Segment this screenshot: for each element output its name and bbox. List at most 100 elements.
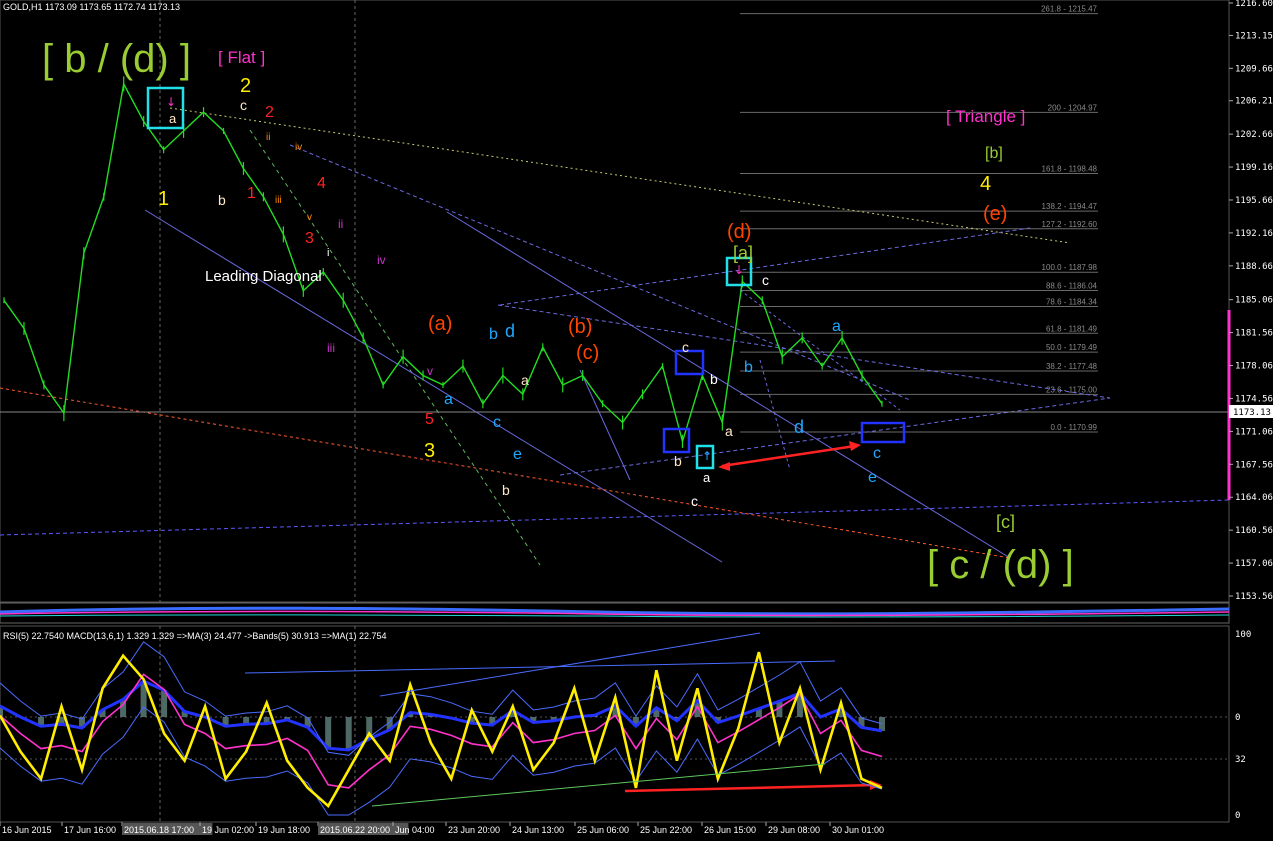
wave-label: 4 — [980, 173, 991, 195]
time-axis-label: 19 Jun 18:00 — [258, 825, 310, 835]
macd-bar — [345, 717, 352, 750]
wave-label: b — [744, 359, 753, 376]
time-axis-label: 25 Jun 06:00 — [577, 825, 629, 835]
wave-label: a — [703, 470, 711, 485]
label-big-bottom: [ c / (d) ] — [927, 543, 1074, 587]
orange-dashed-line — [0, 387, 1011, 559]
price-axis-label: 1213.15 — [1235, 31, 1273, 41]
time-axis-label: 25 Jun 22:00 — [640, 825, 692, 835]
wave-label: b — [710, 371, 718, 387]
fib-level-label: 78.6 - 1184.34 — [1046, 297, 1098, 306]
wave-label: (d) — [727, 221, 751, 243]
price-axis-label: 1202.66 — [1235, 130, 1273, 140]
label-big-top: [ b / (d) ] — [42, 37, 191, 81]
fib-level-label: 88.6 - 1186.04 — [1046, 281, 1098, 290]
price-axis-label: 1160.56 — [1235, 526, 1273, 536]
wave-label: c — [691, 493, 698, 509]
wave-label: v — [307, 212, 312, 223]
time-axis-label: 26 Jun 15:00 — [704, 825, 756, 835]
wave-label: iv — [295, 142, 302, 153]
price-axis-label: 1192.16 — [1235, 229, 1273, 239]
wave-label: d — [505, 321, 515, 341]
price-axis-label: 1167.56 — [1235, 460, 1273, 470]
price-axis-label: 1153.56 — [1235, 592, 1273, 602]
wave-label: a — [444, 391, 453, 408]
time-axis: 16 Jun 2015 17 Jun 16:00 2015.06.18 17:00 1… — [0, 822, 884, 835]
chart-canvas[interactable]: 261.8 - 1215.47 200 - 1204.97 161.8 - 1198… — [0, 0, 1273, 841]
indicator-axis-label: 0 — [1235, 811, 1240, 821]
triangle-lower-line — [559, 397, 1111, 476]
wave-label: 3 — [305, 230, 314, 247]
wave-labels: 2c 2aiiiv1 b 1 iii4v3iii iviii(a)v53ab daceb(b… — [158, 75, 1015, 532]
chart-header: GOLD,H1 1173.09 1173.65 1172.74 1173.13 — [3, 2, 180, 12]
box-blue-b — [674, 349, 705, 376]
time-axis-label: Jun 04:00 — [395, 825, 435, 835]
price-axis-label: 1171.06 — [1235, 427, 1273, 437]
down-arrow-marker: ↓ — [734, 263, 744, 277]
wave-label: ii — [266, 132, 270, 143]
time-axis-label: 2015.06.18 17:00 — [124, 825, 194, 835]
triangle-upper-blue — [499, 227, 1031, 306]
wave-label: ii — [338, 217, 343, 231]
wave-label: (b) — [568, 316, 592, 338]
rsi-series — [0, 651, 883, 809]
fib-level-label: 100.0 - 1187.98 — [1042, 263, 1098, 272]
time-axis-label: 30 Jun 01:00 — [832, 825, 884, 835]
wave-label: 2 — [240, 75, 251, 97]
wave-label: [c] — [996, 512, 1015, 532]
trend-lines — [0, 107, 1231, 566]
wave-label: c — [493, 414, 501, 431]
wave-label: i — [327, 247, 329, 259]
fib-level-label: 261.8 - 1215.47 — [1041, 5, 1098, 14]
wave-label: a — [832, 318, 841, 335]
price-axis-label: 1181.56 — [1235, 329, 1273, 339]
wave-label: iv — [377, 253, 386, 267]
wave-label: 1 — [247, 185, 256, 202]
wave-label: 5 — [425, 411, 434, 428]
down-arrow-marker: ↓ — [166, 95, 176, 109]
price-axis-label: 1209.66 — [1235, 64, 1273, 74]
fib-level-label: 38.2 - 1177.48 — [1046, 362, 1098, 371]
time-axis-label: 24 Jun 13:00 — [512, 825, 564, 835]
price-axis-label: 1195.66 — [1235, 196, 1273, 206]
time-axis-label: 2015.06.22 20:00 — [320, 825, 390, 835]
wave-label: c — [240, 97, 247, 113]
divergence-arrow-price — [721, 444, 856, 468]
price-axis-label: 1185.06 — [1235, 296, 1273, 306]
wave-label: 2 — [265, 104, 274, 121]
price-axis-label: 1178.06 — [1235, 362, 1273, 372]
time-axis-label: 19 Jun 02:00 — [202, 825, 254, 835]
indicator-header: RSI(5) 22.7540 MACD(13,6,1) 1.329 1.329 … — [3, 631, 386, 641]
macd-bar — [879, 717, 885, 731]
macd-bar — [325, 717, 332, 749]
price-axis-label: 1174.56 — [1235, 394, 1273, 404]
arrow-head-left — [718, 462, 730, 471]
wave-label: b — [502, 482, 510, 498]
wave-label: a — [521, 372, 529, 388]
short-line-2 — [739, 289, 901, 411]
wave-label: iii — [275, 195, 282, 206]
wave-label: e — [513, 446, 522, 463]
fib-level-label: 138.2 - 1194.47 — [1042, 202, 1098, 211]
channel-parallel — [446, 211, 1011, 559]
wave-label: [a] — [733, 243, 753, 263]
price-axis-label: 1188.66 — [1235, 262, 1273, 272]
wave-label: (c) — [576, 342, 599, 364]
price-axis-label: 1206.21 — [1235, 97, 1273, 107]
indicator-axis-label: 0 — [1235, 713, 1240, 723]
time-axis-label: 29 Jun 08:00 — [768, 825, 820, 835]
up-arrow-marker: ↑ — [702, 449, 712, 463]
wave-label: iii — [327, 341, 335, 355]
divergence-arrow-rsi — [624, 783, 876, 793]
triangle-upper-line — [169, 107, 1071, 244]
price-axis-label: 1164.06 — [1235, 493, 1273, 503]
arrows: ↓ ↓ ↑ — [166, 95, 882, 793]
wave-label: d — [794, 417, 804, 437]
fibonacci-grid: 261.8 - 1215.47 200 - 1204.97 161.8 - 1198… — [740, 5, 1098, 433]
wave-label: v — [427, 364, 433, 378]
indicator-axis-label: 32 — [1235, 755, 1246, 765]
indicator-axis-label: 100 — [1235, 630, 1251, 640]
price-axis-label: 1199.16 — [1235, 163, 1273, 173]
short-line-3 — [759, 359, 791, 471]
wave-label: c — [682, 339, 689, 355]
